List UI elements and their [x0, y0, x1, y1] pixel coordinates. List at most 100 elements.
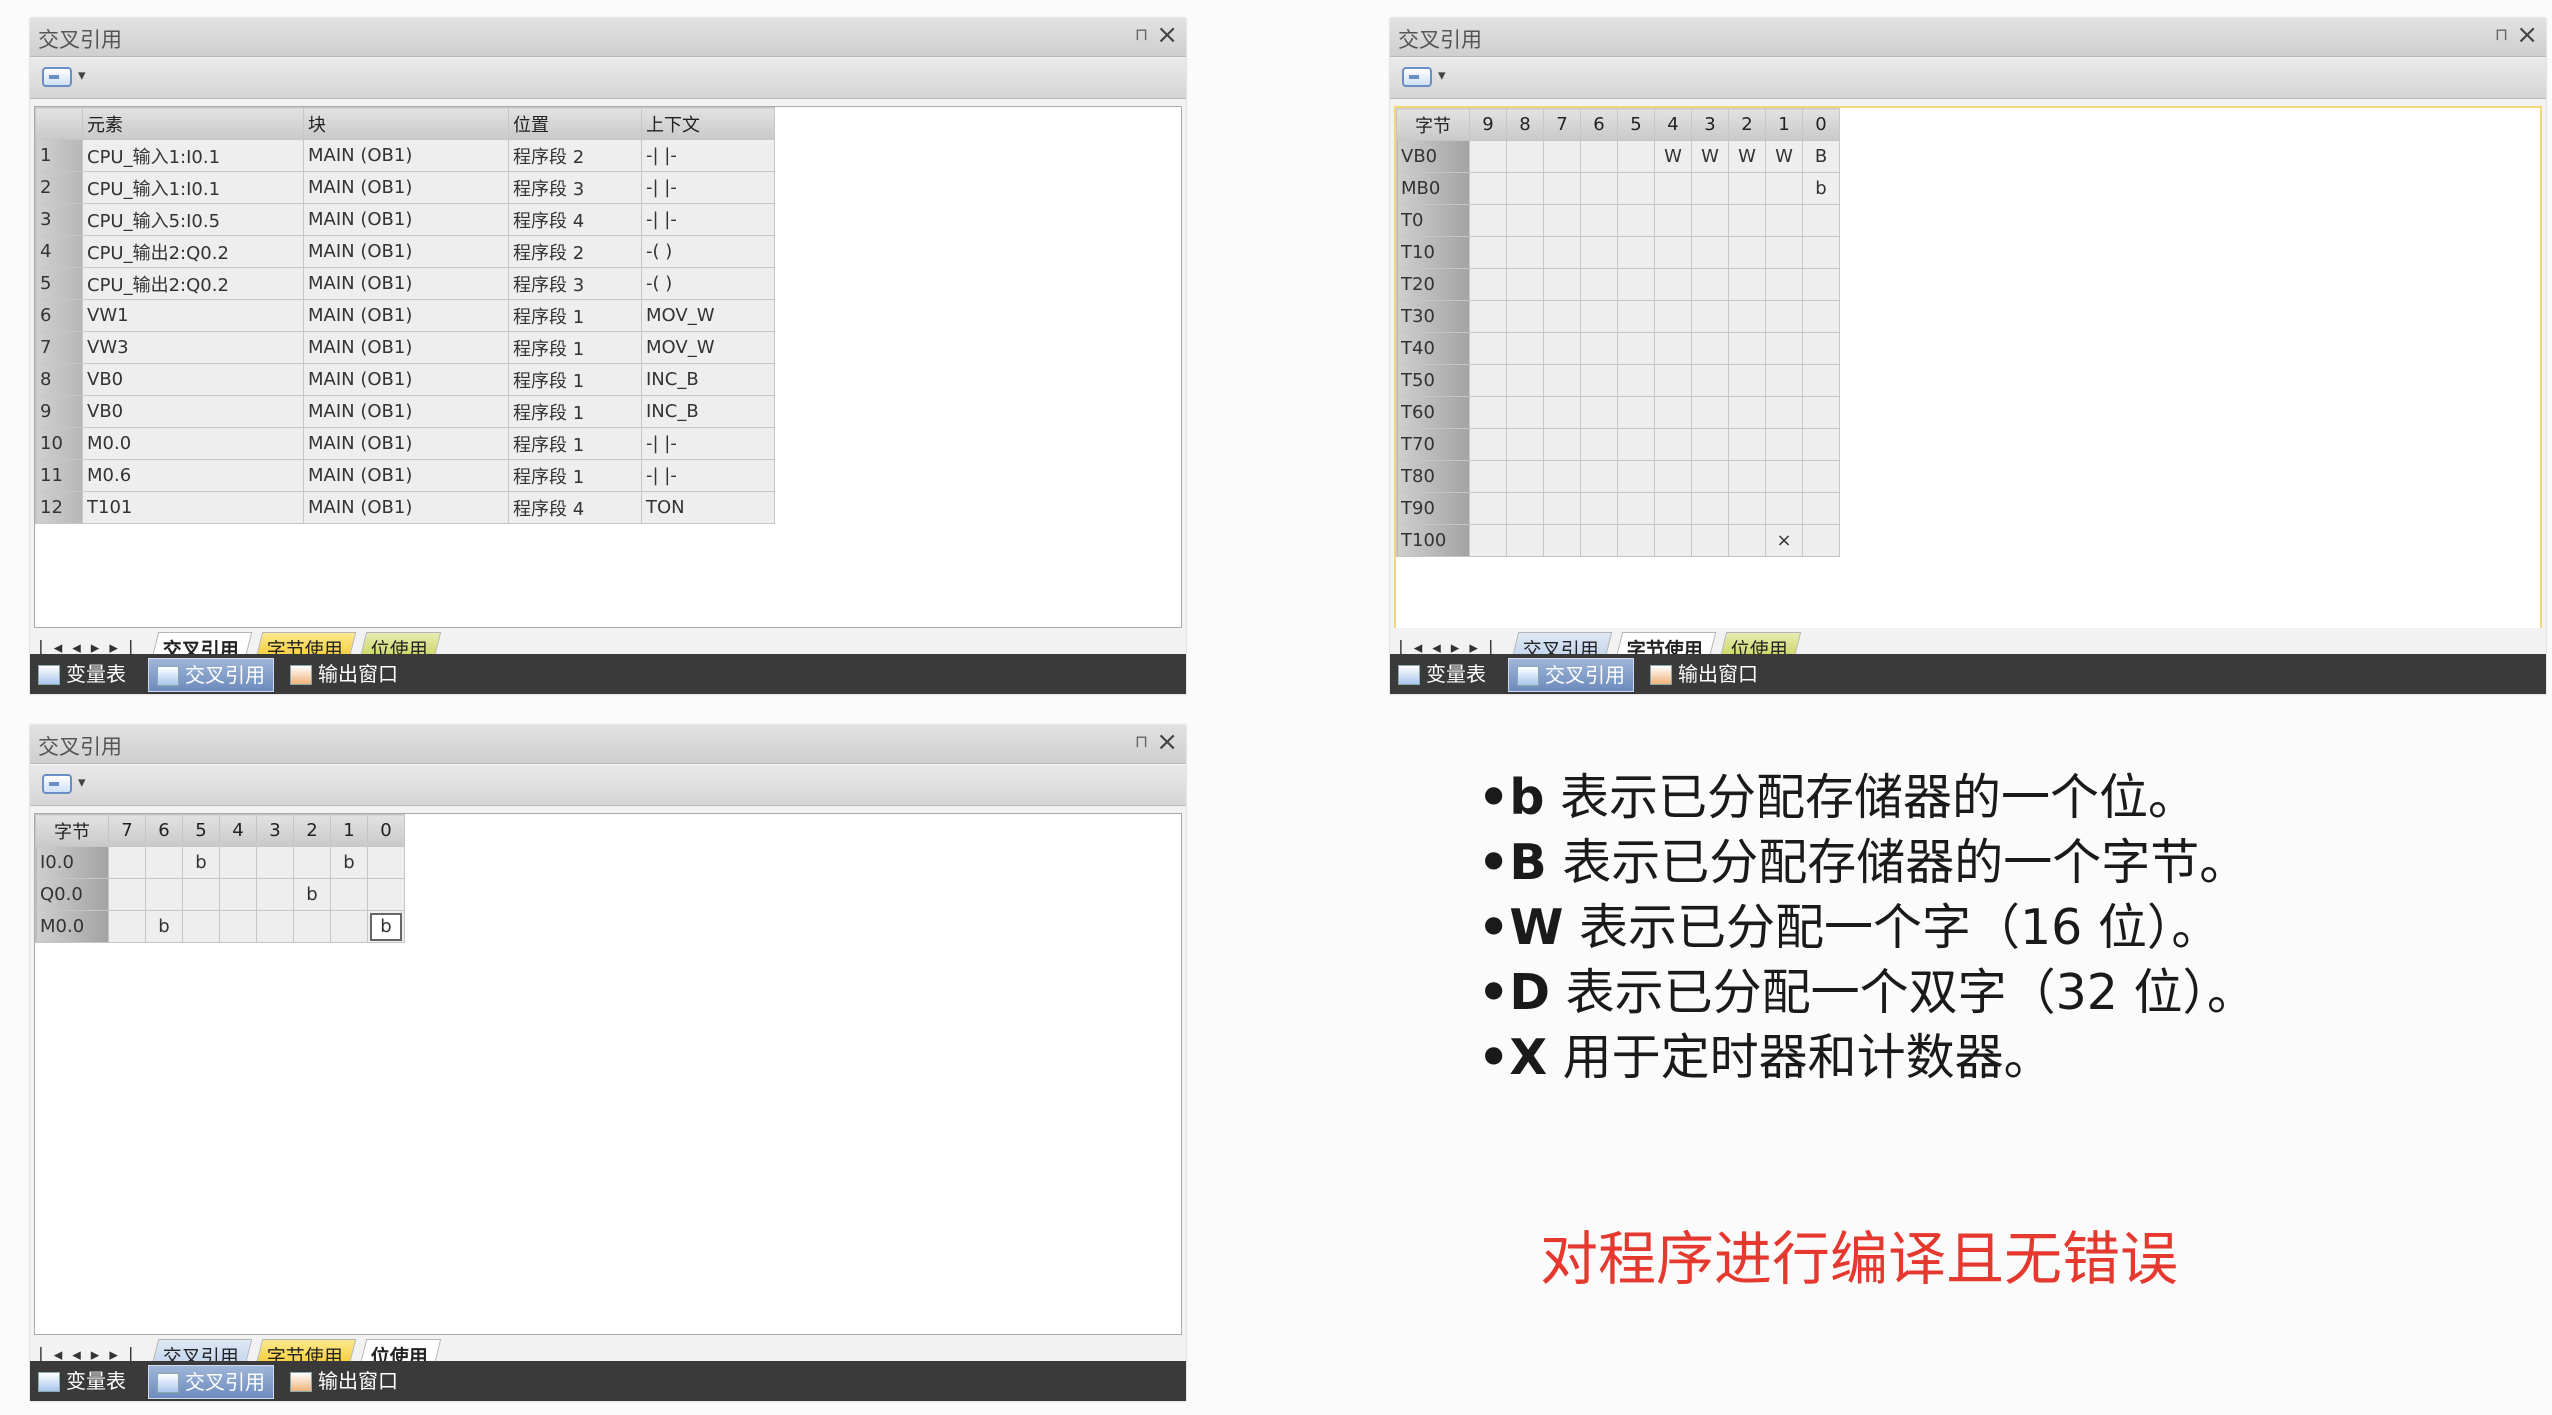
table-cell[interactable] — [1802, 236, 1840, 269]
table-cell[interactable] — [1765, 204, 1803, 237]
table-cell[interactable] — [1802, 460, 1840, 493]
table-cell[interactable] — [1728, 268, 1766, 301]
table-cell[interactable] — [145, 846, 183, 879]
table-cell[interactable]: M0.6 — [82, 459, 304, 492]
table-row[interactable]: 7 VW3 MAIN (OB1) 程序段 1 MOV_W — [35, 331, 775, 364]
table-row[interactable]: M0.0 b b — [35, 910, 405, 943]
table-cell[interactable]: MAIN (OB1) — [303, 427, 509, 460]
table-cell[interactable]: b — [1802, 172, 1840, 205]
row-label[interactable]: T30 — [1396, 300, 1470, 333]
table-cell[interactable] — [1506, 140, 1544, 173]
table-row[interactable]: Q0.0 b — [35, 878, 405, 911]
table-cell[interactable] — [1543, 524, 1581, 557]
table-cell[interactable] — [1728, 396, 1766, 429]
chevron-down-icon[interactable]: ▾ — [78, 66, 86, 84]
table-cell[interactable] — [1654, 524, 1692, 557]
column-header[interactable] — [35, 107, 83, 140]
row-label[interactable]: T100 — [1396, 524, 1470, 557]
options-button[interactable] — [1402, 67, 1432, 87]
table-cell[interactable]: INC_B — [641, 395, 775, 428]
row-label[interactable]: T0 — [1396, 204, 1470, 237]
table-cell[interactable]: -( ) — [641, 235, 775, 268]
table-row[interactable]: 10 M0.0 MAIN (OB1) 程序段 1 -| |- — [35, 427, 775, 460]
table-row[interactable]: 12 T101 MAIN (OB1) 程序段 4 TON — [35, 491, 775, 524]
table-cell[interactable] — [293, 846, 331, 879]
table-cell[interactable]: MAIN (OB1) — [303, 267, 509, 300]
table-row[interactable]: 1 CPU_输入1:I0.1 MAIN (OB1) 程序段 2 -| |- — [35, 139, 775, 172]
table-row[interactable]: T90 — [1396, 492, 1840, 525]
table-cell[interactable] — [1469, 364, 1507, 397]
table-cell[interactable] — [1580, 172, 1618, 205]
options-button[interactable] — [42, 774, 72, 794]
table-row[interactable]: T70 — [1396, 428, 1840, 461]
table-cell[interactable] — [219, 910, 257, 943]
table-cell[interactable] — [1543, 300, 1581, 333]
row-label[interactable]: 10 — [35, 427, 83, 460]
table-cell[interactable] — [367, 846, 405, 879]
table-cell[interactable] — [1617, 300, 1655, 333]
table-cell[interactable]: CPU_输入1:I0.1 — [82, 171, 304, 204]
table-row[interactable]: 4 CPU_输出2:Q0.2 MAIN (OB1) 程序段 2 -( ) — [35, 235, 775, 268]
table-cell[interactable]: 程序段 1 — [508, 459, 642, 492]
table-cell[interactable] — [1654, 428, 1692, 461]
table-cell[interactable] — [1654, 268, 1692, 301]
table-cell[interactable]: b — [367, 910, 405, 943]
table-cell[interactable]: T101 — [82, 491, 304, 524]
table-cell[interactable]: 程序段 1 — [508, 395, 642, 428]
table-cell[interactable] — [1765, 236, 1803, 269]
row-label[interactable]: 9 — [35, 395, 83, 428]
table-cell[interactable] — [1506, 428, 1544, 461]
table-cell[interactable] — [1580, 428, 1618, 461]
row-label[interactable]: T40 — [1396, 332, 1470, 365]
table-cell[interactable] — [1617, 492, 1655, 525]
table-cell[interactable]: MAIN (OB1) — [303, 299, 509, 332]
table-cell[interactable] — [1543, 172, 1581, 205]
table-cell[interactable] — [330, 878, 368, 911]
table-cell[interactable] — [1506, 492, 1544, 525]
table-cell[interactable] — [1617, 140, 1655, 173]
table-cell[interactable] — [1580, 140, 1618, 173]
table-cell[interactable]: W — [1691, 140, 1729, 173]
table-cell[interactable] — [1765, 300, 1803, 333]
status-variable-table[interactable]: 变量表 — [1390, 658, 1494, 690]
table-cell[interactable] — [1506, 204, 1544, 237]
pin-icon[interactable]: ⊓ — [2495, 25, 2508, 45]
table-cell[interactable] — [1506, 172, 1544, 205]
table-cell[interactable] — [1617, 332, 1655, 365]
close-icon[interactable]: × — [2516, 20, 2538, 50]
table-cell[interactable] — [1691, 524, 1729, 557]
table-cell[interactable]: VW3 — [82, 331, 304, 364]
table-cell[interactable]: W — [1765, 140, 1803, 173]
table-cell[interactable]: MAIN (OB1) — [303, 331, 509, 364]
column-header[interactable]: 2 — [1728, 108, 1766, 141]
table-cell[interactable] — [1617, 396, 1655, 429]
chevron-down-icon[interactable]: ▾ — [1438, 66, 1446, 84]
pin-icon[interactable]: ⊓ — [1135, 732, 1148, 752]
table-cell[interactable] — [1543, 140, 1581, 173]
row-label[interactable]: T90 — [1396, 492, 1470, 525]
row-label[interactable]: 2 — [35, 171, 83, 204]
table-cell[interactable]: 程序段 4 — [508, 491, 642, 524]
table-cell[interactable] — [1765, 172, 1803, 205]
column-header[interactable]: 上下文 — [641, 107, 775, 140]
table-row[interactable]: MB0 b — [1396, 172, 1840, 205]
table-cell[interactable] — [1580, 492, 1618, 525]
table-cell[interactable]: MOV_W — [641, 299, 775, 332]
options-button[interactable] — [42, 67, 72, 87]
table-cell[interactable] — [1543, 460, 1581, 493]
table-cell[interactable] — [1506, 268, 1544, 301]
row-label[interactable]: 3 — [35, 203, 83, 236]
table-cell[interactable]: -| |- — [641, 427, 775, 460]
table-cell[interactable] — [1802, 524, 1840, 557]
table-row[interactable]: T40 — [1396, 332, 1840, 365]
table-cell[interactable] — [1617, 428, 1655, 461]
column-header[interactable]: 3 — [256, 814, 294, 847]
table-cell[interactable]: B — [1802, 140, 1840, 173]
table-cell[interactable] — [1654, 204, 1692, 237]
table-cell[interactable] — [1469, 140, 1507, 173]
column-header[interactable]: 元素 — [82, 107, 304, 140]
table-cell[interactable]: MAIN (OB1) — [303, 491, 509, 524]
row-label[interactable]: MB0 — [1396, 172, 1470, 205]
table-cell[interactable] — [108, 846, 146, 879]
column-header[interactable]: 7 — [108, 814, 146, 847]
